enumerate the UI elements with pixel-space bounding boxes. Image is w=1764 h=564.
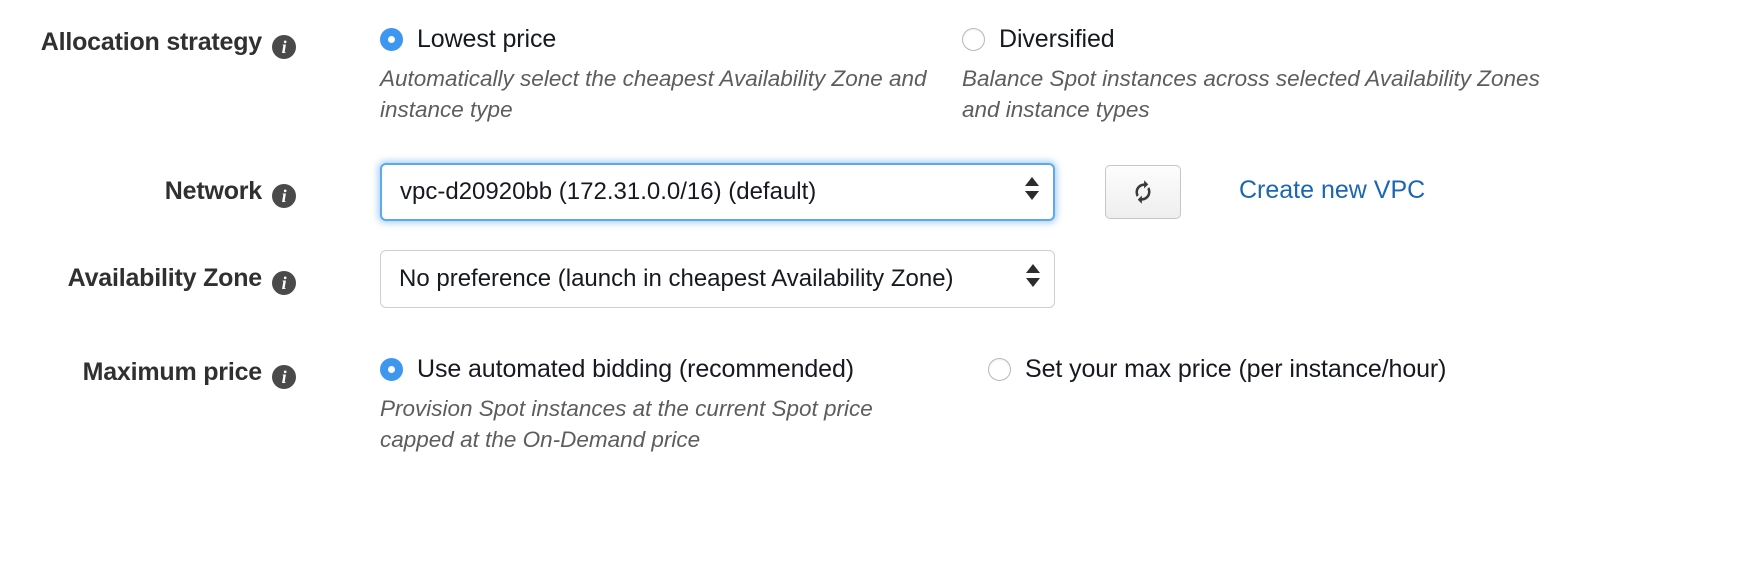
radio-diversified[interactable]	[962, 28, 985, 51]
radio-label-lowest-price: Lowest price	[417, 25, 556, 54]
info-icon[interactable]: i	[272, 271, 296, 295]
radio-line-set-max-price[interactable]: Set your max price (per instance/hour)	[988, 352, 1628, 386]
hint-lowest-price: Automatically select the cheapest Availa…	[380, 63, 940, 125]
availability-zone-select-value: No preference (launch in cheapest Availa…	[399, 265, 954, 292]
allocation-strategy-label-text: Allocation strategy	[41, 28, 262, 56]
create-new-vpc-link[interactable]: Create new VPC	[1239, 176, 1425, 205]
radio-line-lowest-price[interactable]: Lowest price	[380, 22, 940, 56]
maximum-price-option-set-max[interactable]: Set your max price (per instance/hour)	[988, 352, 1628, 386]
radio-line-diversified[interactable]: Diversified	[962, 22, 1602, 56]
maximum-price-option-automated[interactable]: Use automated bidding (recommended) Prov…	[380, 352, 940, 455]
network-select[interactable]: vpc-d20920bb (172.31.0.0/16) (default)	[380, 163, 1055, 221]
availability-zone-select[interactable]: No preference (launch in cheapest Availa…	[380, 250, 1055, 308]
spot-request-form: Allocation strategy i Lowest price Automa…	[0, 0, 1764, 564]
chevron-updown-icon[interactable]	[1026, 264, 1040, 294]
refresh-icon	[1128, 177, 1158, 207]
allocation-strategy-option-lowest-price[interactable]: Lowest price Automatically select the ch…	[380, 22, 940, 125]
network-label: Network i	[0, 177, 296, 208]
allocation-strategy-option-diversified[interactable]: Diversified Balance Spot instances acros…	[962, 22, 1602, 125]
availability-zone-label-text: Availability Zone	[68, 264, 262, 292]
info-icon[interactable]: i	[272, 35, 296, 59]
info-icon[interactable]: i	[272, 184, 296, 208]
chevron-updown-icon[interactable]	[1025, 177, 1039, 207]
radio-set-max-price[interactable]	[988, 358, 1011, 381]
allocation-strategy-label: Allocation strategy i	[0, 28, 296, 59]
radio-lowest-price[interactable]	[380, 28, 403, 51]
network-select-value: vpc-d20920bb (172.31.0.0/16) (default)	[400, 178, 816, 205]
availability-zone-label: Availability Zone i	[0, 264, 296, 295]
radio-label-set-max-price: Set your max price (per instance/hour)	[1025, 355, 1446, 384]
refresh-button[interactable]	[1105, 165, 1181, 219]
network-label-text: Network	[165, 177, 262, 205]
radio-label-automated-bidding: Use automated bidding (recommended)	[417, 355, 854, 384]
radio-automated-bidding[interactable]	[380, 358, 403, 381]
info-icon[interactable]: i	[272, 365, 296, 389]
maximum-price-label: Maximum price i	[0, 358, 296, 389]
radio-label-diversified: Diversified	[999, 25, 1115, 54]
hint-automated-bidding: Provision Spot instances at the current …	[380, 393, 940, 455]
hint-diversified: Balance Spot instances across selected A…	[962, 63, 1562, 125]
maximum-price-label-text: Maximum price	[83, 358, 262, 386]
radio-line-automated-bidding[interactable]: Use automated bidding (recommended)	[380, 352, 940, 386]
